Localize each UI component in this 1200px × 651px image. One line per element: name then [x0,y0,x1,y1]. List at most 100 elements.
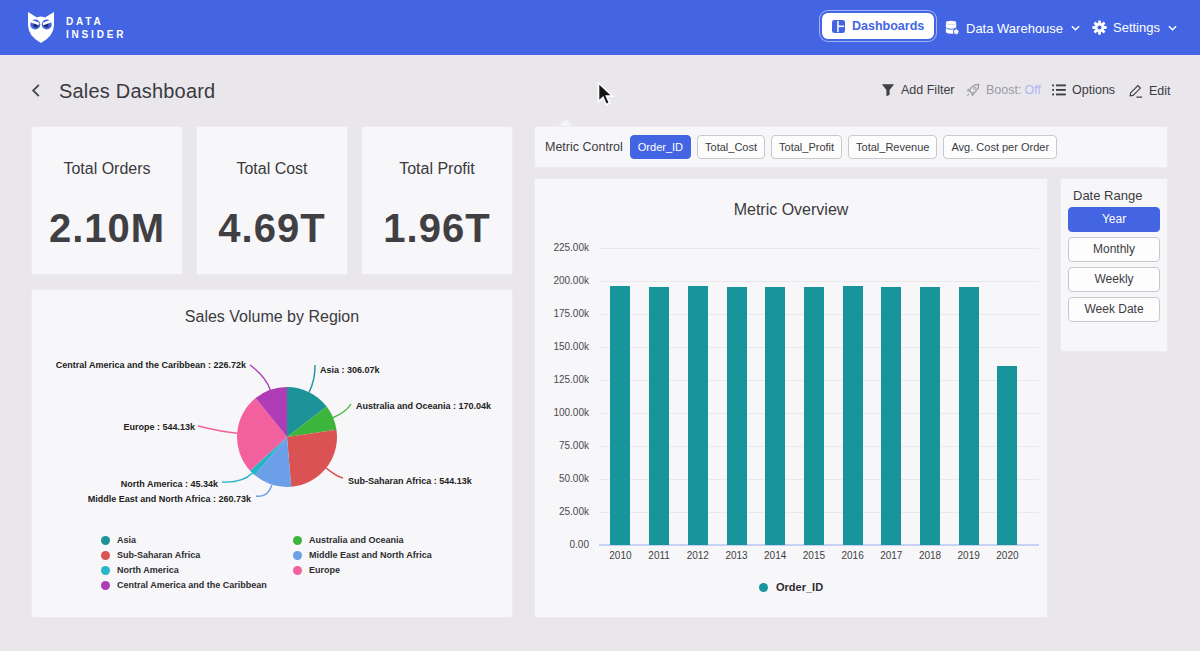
gridline [599,281,1039,282]
pie-legend-item[interactable]: Australia and Oceania [293,535,404,545]
pie-legend-item[interactable]: Central America and the Caribbean [101,580,267,590]
add-filter-button[interactable]: Add Filter [881,83,955,97]
date-range-label: Date Range [1073,188,1167,203]
boost-label: Boost: [986,83,1021,97]
y-axis-tick-label: 125.00k [539,374,589,385]
pie-label: Asia : 306.07k [320,365,381,375]
legend-label: Middle East and North Africa [309,550,432,560]
brand-name-line2: INSIDER [66,28,126,41]
bar-2016[interactable] [843,286,863,545]
pie-label: Europe : 544.13k [123,422,196,432]
gridline [599,248,1039,249]
bar-2013[interactable] [727,287,747,545]
pie-leader-line [222,473,252,482]
pie-leader-line [256,485,272,497]
legend-dot [759,583,768,592]
pie-legend-item[interactable]: Sub-Saharan Africa [101,550,200,560]
legend-label: Europe [309,565,340,575]
bar-chart-legend[interactable]: Order_ID [759,581,823,593]
pie-label: North America : 45.34k [121,479,219,489]
options-list-icon [1052,84,1066,96]
legend-label: Central America and the Caribbean [117,580,267,590]
date-range-button-monthly[interactable]: Monthly [1068,237,1160,262]
date-range-button-year[interactable]: Year [1068,207,1160,232]
metric-button-total-revenue[interactable]: Total_Revenue [848,135,937,159]
data-warehouse-icon [944,20,960,36]
pie-leader-line [333,404,351,418]
page-title: Sales Dashboard [59,80,215,103]
edit-button[interactable]: Edit [1128,83,1171,98]
chevron-down-icon [1071,25,1080,31]
bar-2019[interactable] [959,287,979,545]
bar-2020[interactable] [997,366,1017,545]
bar-2010[interactable] [610,286,630,545]
metric-button-order-id[interactable]: Order_ID [630,135,691,159]
bar-2012[interactable] [688,286,708,545]
kpi-card-total-cost: Total Cost 4.69T [196,126,348,275]
pie-slice-sub-saharan-africa[interactable] [287,430,337,487]
boost-value: Off [1024,83,1040,97]
metric-button-total-profit[interactable]: Total_Profit [771,135,842,159]
pie-legend-item[interactable]: Europe [293,565,340,575]
metric-control-label: Metric Control [545,140,623,154]
kpi-card-total-profit: Total Profit 1.96T [361,126,513,275]
pie-legend-item[interactable]: North America [101,565,179,575]
pie-leader-line [326,468,343,478]
bar-2015[interactable] [804,287,824,545]
legend-dot [101,551,110,560]
x-axis-tick-label: 2017 [871,550,911,561]
pie-label: Australia and Oceania : 170.04k [356,401,492,411]
options-button[interactable]: Options [1052,83,1115,97]
x-axis-tick-label: 2011 [639,550,679,561]
nav-dashboards-label: Dashboards [852,19,924,33]
legend-label: Asia [117,535,136,545]
bar-2011[interactable] [649,287,669,545]
nav-data-warehouse-label: Data Warehouse [966,21,1063,36]
pie-legend-item[interactable]: Middle East and North Africa [293,550,432,560]
bar-2017[interactable] [881,287,901,545]
x-axis-tick-label: 2012 [678,550,718,561]
metric-overview-chart-card: Metric Overview 0.0025.00k50.00k75.00k10… [534,178,1048,618]
boost-toggle[interactable]: Boost: Off [966,83,1041,97]
date-range-button-weekly[interactable]: Weekly [1068,267,1160,292]
bar-2018[interactable] [920,287,940,545]
nav-dashboards-button[interactable]: Dashboards [822,13,934,39]
legend-label: Order_ID [776,581,823,593]
bar-2014[interactable] [765,287,785,545]
x-axis-tick-label: 2019 [949,550,989,561]
pie-leader-line [250,365,270,390]
pie-legend-item[interactable]: Asia [101,535,136,545]
gear-icon [1092,20,1107,35]
kpi-value: 4.69T [218,206,325,251]
metric-button-avg-cost-per-order[interactable]: Avg. Cost per Order [943,135,1057,159]
pie-label: Sub-Saharan Africa : 544.13k [348,476,473,486]
legend-dot [293,536,302,545]
x-axis-tick-label: 2013 [717,550,757,561]
legend-dot [101,566,110,575]
pie-label: Central America and the Caribbean : 226.… [56,360,247,370]
kpi-card-total-orders: Total Orders 2.10M [31,126,183,275]
y-axis-tick-label: 150.00k [539,341,589,352]
kpi-label: Total Orders [63,160,150,178]
x-axis-tick-label: 2018 [910,550,950,561]
y-axis-tick-label: 100.00k [539,407,589,418]
legend-label: Australia and Oceania [309,535,404,545]
filter-icon [881,83,895,97]
owl-logo-icon [26,11,56,44]
top-navigation-bar: DATA INSIDER Dashboards Data Warehouse [0,0,1200,55]
edit-label: Edit [1149,84,1171,98]
nav-data-warehouse-button[interactable]: Data Warehouse [944,20,1080,36]
chevron-down-icon [1168,25,1177,31]
nav-settings-button[interactable]: Settings [1092,20,1177,35]
y-axis-tick-label: 50.00k [539,473,589,484]
legend-label: North America [117,565,179,575]
date-range-card: Date Range Year Monthly Weekly Week Date [1060,178,1168,352]
x-axis-tick-label: 2010 [600,550,640,561]
date-range-button-week-date[interactable]: Week Date [1068,297,1160,322]
x-axis-tick-label: 2016 [833,550,873,561]
legend-dot [101,581,110,590]
x-axis-tick-label: 2014 [755,550,795,561]
metric-button-total-cost[interactable]: Total_Cost [697,135,765,159]
x-axis-tick-label: 2020 [987,550,1027,561]
back-button[interactable] [28,82,45,99]
